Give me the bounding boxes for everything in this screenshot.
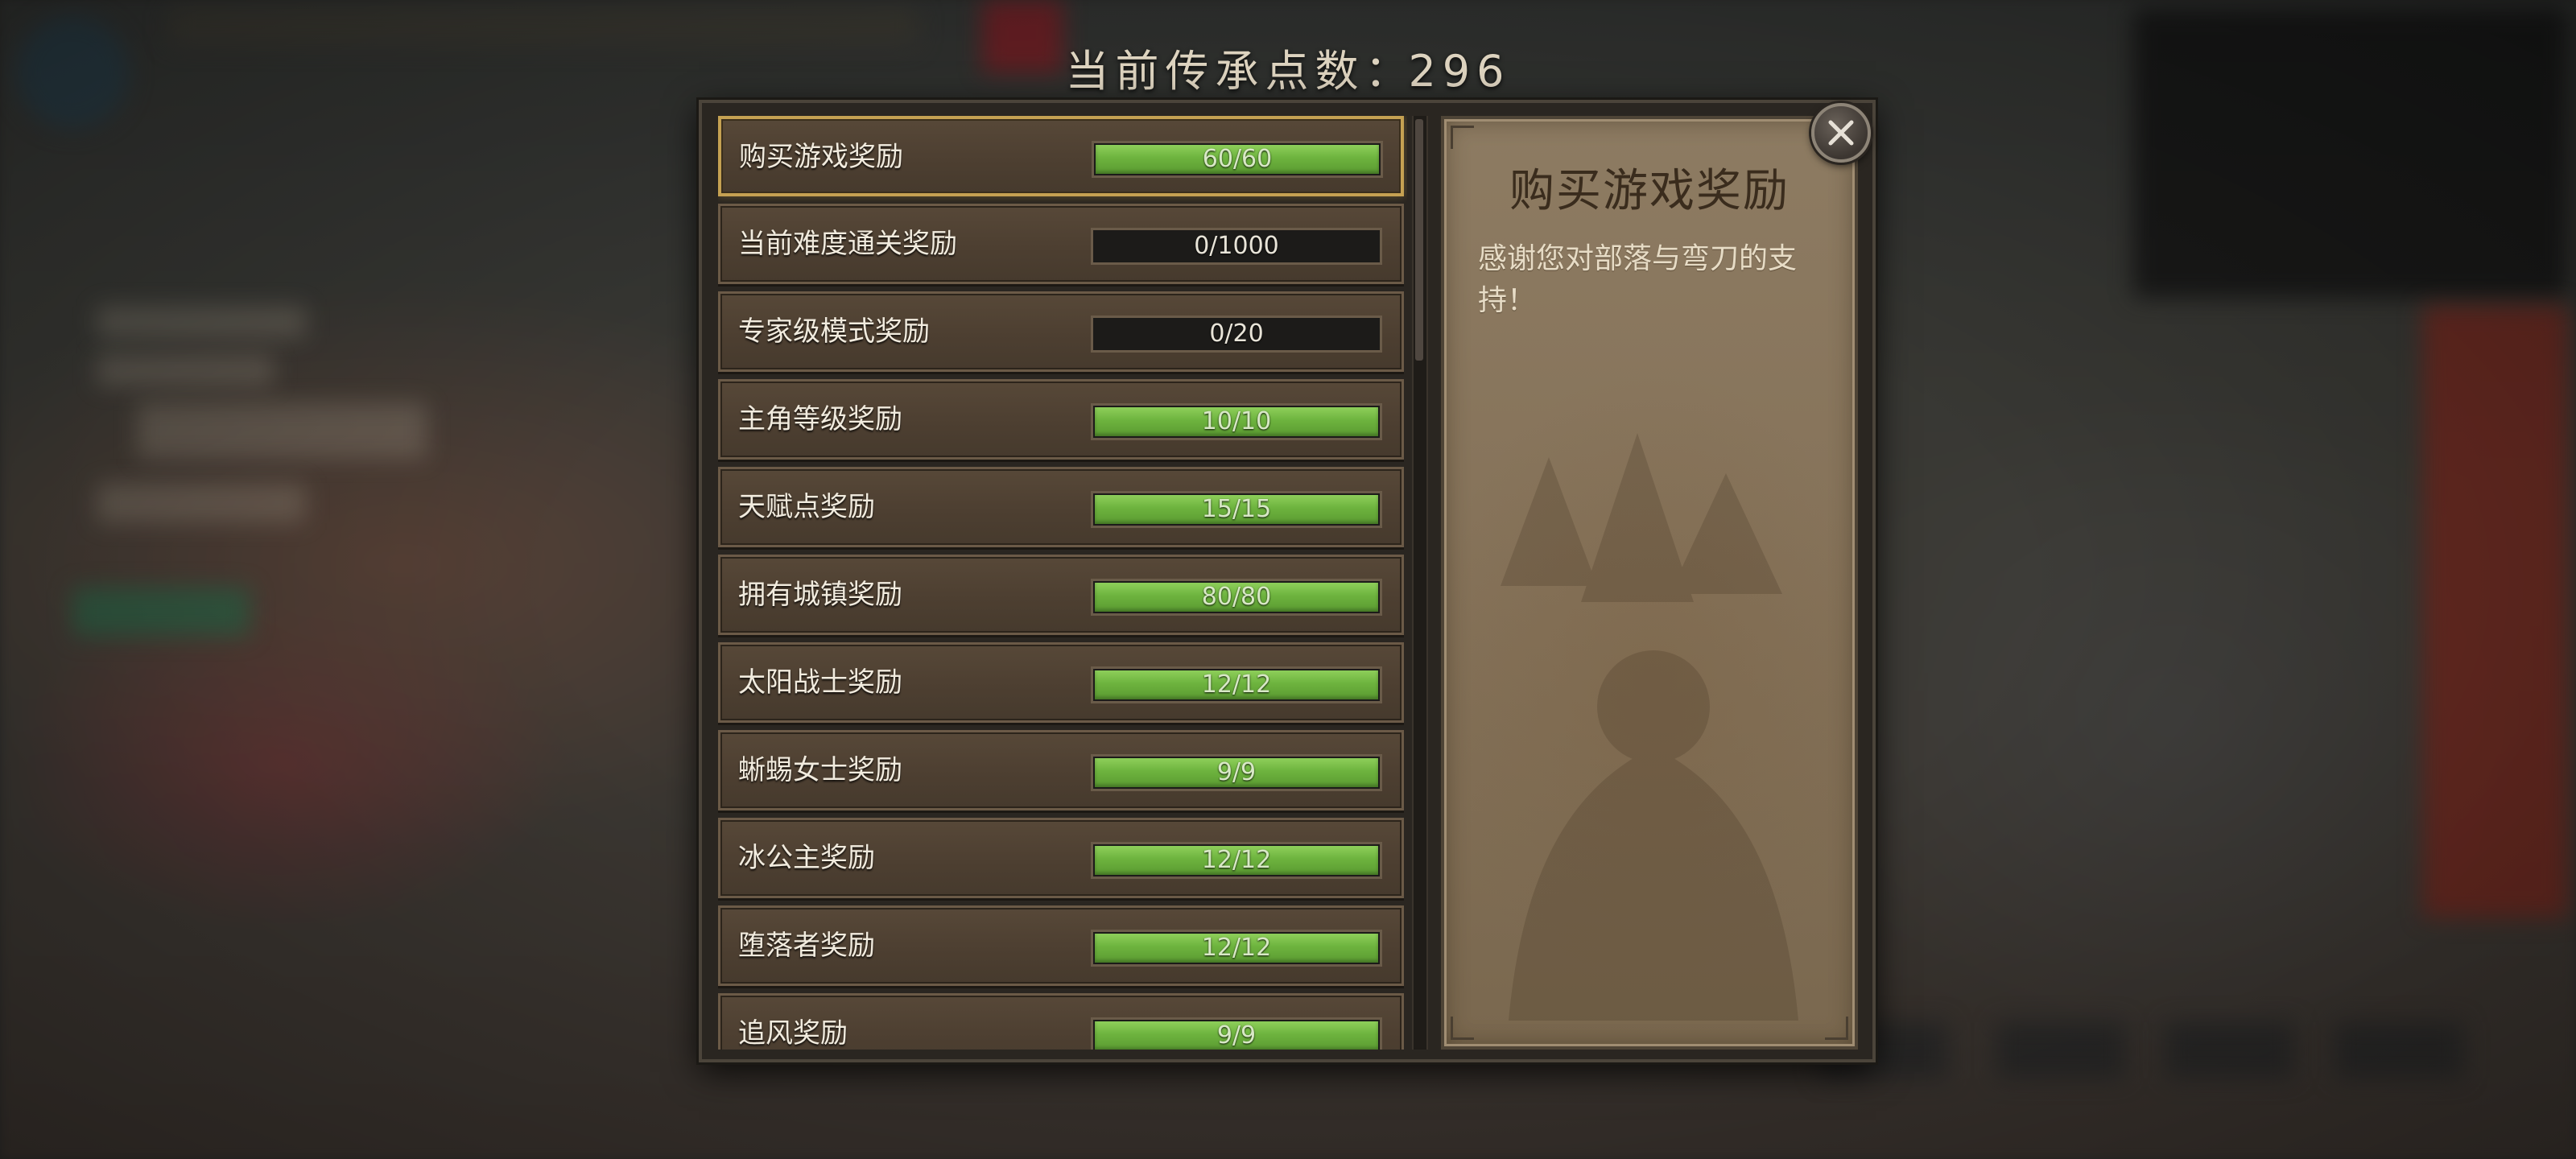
scrollbar-thumb[interactable]	[1415, 119, 1423, 361]
progress-text: 60/60	[1202, 145, 1273, 173]
reward-row[interactable]: 当前难度通关奖励 0/1000	[718, 204, 1404, 284]
progress-text: 80/80	[1201, 583, 1272, 611]
detail-background-art	[1501, 433, 1798, 1021]
reward-row[interactable]: 专家级模式奖励 0/20	[718, 291, 1404, 372]
reward-label: 追风奖励	[738, 1017, 848, 1050]
reward-progress-bar: 80/80	[1091, 579, 1382, 616]
reward-progress-bar: 15/15	[1091, 491, 1382, 528]
reward-row[interactable]: 拥有城镇奖励 80/80	[718, 555, 1404, 635]
progress-text: 0/1000	[1194, 232, 1279, 260]
reward-row[interactable]: 天赋点奖励 15/15	[718, 467, 1404, 547]
points-value: 296	[1408, 46, 1511, 97]
legacy-rewards-dialog: 购买游戏奖励 60/60 当前难度通关奖励 0/1000 专家级模式奖励 0/20 主角等级…	[699, 100, 1876, 1062]
reward-row[interactable]: 购买游戏奖励 60/60	[718, 116, 1404, 196]
reward-detail-panel: 购买游戏奖励 感谢您对部落与弯刀的支持！	[1441, 116, 1858, 1050]
detail-title: 购买游戏奖励	[1509, 165, 1790, 217]
reward-progress-bar: 10/10	[1091, 403, 1382, 440]
reward-label: 主角等级奖励	[738, 403, 902, 435]
reward-progress-bar: 12/12	[1091, 842, 1382, 879]
progress-text: 12/12	[1201, 934, 1272, 962]
reward-progress-bar: 12/12	[1091, 930, 1382, 967]
reward-label: 冰公主奖励	[738, 842, 875, 874]
close-button[interactable]	[1811, 103, 1871, 163]
reward-label: 天赋点奖励	[738, 491, 875, 523]
close-icon	[1828, 120, 1854, 146]
reward-row[interactable]: 主角等级奖励 10/10	[718, 379, 1404, 460]
reward-progress-bar: 0/1000	[1091, 228, 1382, 265]
reward-row[interactable]: 冰公主奖励 12/12	[718, 818, 1404, 898]
progress-text: 10/10	[1201, 407, 1272, 435]
reward-label: 当前难度通关奖励	[738, 228, 957, 260]
reward-progress-bar: 60/60	[1092, 141, 1383, 178]
frame-corner	[1825, 1017, 1848, 1040]
reward-label: 堕落者奖励	[738, 930, 875, 962]
rewards-list[interactable]: 购买游戏奖励 60/60 当前难度通关奖励 0/1000 专家级模式奖励 0/20 主角等级…	[718, 116, 1407, 1050]
progress-text: 9/9	[1216, 1021, 1257, 1050]
game-screen: 当前传承点数：296 购买游戏奖励 60/60 当前难度通关奖励 0/1000 专家级模…	[0, 0, 2576, 1159]
rewards-scrollbar[interactable]	[1412, 116, 1428, 1050]
reward-label: 专家级模式奖励	[738, 316, 930, 348]
reward-progress-bar: 9/9	[1091, 1017, 1382, 1050]
reward-progress-bar: 12/12	[1091, 666, 1382, 703]
progress-text: 0/20	[1209, 320, 1264, 348]
reward-row[interactable]: 蜥蜴女士奖励 9/9	[718, 730, 1404, 810]
reward-row[interactable]: 太阳战士奖励 12/12	[718, 642, 1404, 723]
legacy-points-header: 当前传承点数：296	[0, 35, 2576, 99]
progress-text: 15/15	[1201, 495, 1272, 523]
reward-progress-bar: 0/20	[1091, 316, 1382, 353]
frame-corner	[1451, 1017, 1474, 1040]
progress-text: 12/12	[1201, 846, 1272, 874]
progress-text: 12/12	[1201, 670, 1272, 699]
reward-label: 太阳战士奖励	[738, 666, 902, 699]
reward-label: 购买游戏奖励	[739, 141, 903, 173]
reward-label: 拥有城镇奖励	[738, 579, 902, 611]
reward-row[interactable]: 堕落者奖励 12/12	[718, 905, 1404, 986]
reward-row[interactable]: 追风奖励 9/9	[718, 993, 1404, 1050]
points-separator: ：	[1364, 46, 1409, 97]
reward-label: 蜥蜴女士奖励	[738, 754, 902, 786]
points-label: 当前传承点数	[1065, 46, 1365, 97]
reward-progress-bar: 9/9	[1091, 754, 1382, 791]
detail-description: 感谢您对部落与弯刀的支持！	[1478, 242, 1798, 317]
frame-corner	[1451, 126, 1474, 149]
progress-text: 9/9	[1216, 758, 1257, 786]
